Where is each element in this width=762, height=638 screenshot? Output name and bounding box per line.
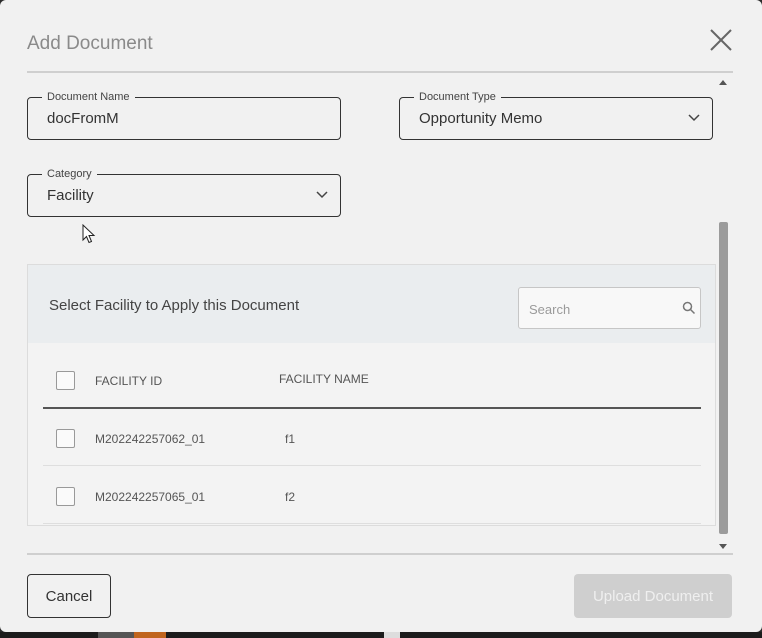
- background-taskbar-strip: [0, 632, 762, 638]
- chevron-down-icon: [316, 191, 328, 199]
- category-label: Category: [42, 167, 97, 181]
- footer-divider: [27, 553, 733, 555]
- category-select[interactable]: Category Facility: [27, 167, 341, 217]
- row-divider: [43, 523, 701, 524]
- chevron-down-icon: [688, 114, 700, 122]
- panel-header: Select Facility to Apply this Document: [28, 265, 715, 343]
- add-document-dialog: Add Document Document Name docFromM Docu…: [0, 0, 762, 632]
- search-icon: [682, 301, 696, 315]
- panel-title: Select Facility to Apply this Document: [49, 297, 300, 314]
- scroll-down-arrow[interactable]: [719, 544, 727, 549]
- scroll-thumb[interactable]: [719, 222, 728, 534]
- background-segment: [134, 632, 166, 638]
- document-type-label: Document Type: [414, 90, 501, 104]
- scroll-up-arrow[interactable]: [719, 80, 727, 85]
- row-checkbox[interactable]: [56, 487, 75, 506]
- dialog-title: Add Document: [27, 33, 153, 54]
- facility-id-cell: M202242257062_01: [95, 432, 206, 446]
- facility-search-input[interactable]: [529, 298, 669, 320]
- close-button[interactable]: [708, 27, 734, 53]
- column-header-facility-id[interactable]: FACILITY ID: [95, 374, 162, 388]
- facility-id-cell: M202242257065_01: [95, 490, 206, 504]
- close-icon: [710, 29, 732, 51]
- background-segment: [384, 632, 400, 638]
- document-name-field[interactable]: Document Name docFromM: [27, 90, 341, 140]
- facility-name-cell: f1: [285, 432, 296, 446]
- select-all-checkbox[interactable]: [56, 371, 75, 390]
- header-divider: [27, 71, 733, 73]
- document-name-value: docFromM: [47, 110, 119, 127]
- facility-search-box[interactable]: [518, 287, 701, 329]
- document-type-value: Opportunity Memo: [419, 110, 543, 127]
- mouse-cursor-icon: [82, 224, 96, 244]
- row-divider: [43, 465, 701, 466]
- column-header-facility-name[interactable]: FACILITY NAME: [279, 372, 369, 386]
- facility-selection-panel: Select Facility to Apply this Document F…: [27, 264, 716, 526]
- document-type-select[interactable]: Document Type Opportunity Memo: [399, 90, 713, 140]
- facility-name-cell: f2: [285, 490, 296, 504]
- document-name-label: Document Name: [42, 90, 135, 104]
- cancel-button[interactable]: Cancel: [27, 574, 111, 618]
- background-segment: [98, 632, 134, 638]
- content-scrollbar[interactable]: [716, 76, 730, 554]
- category-value: Facility: [47, 187, 94, 204]
- upload-document-button[interactable]: Upload Document: [574, 574, 732, 618]
- row-checkbox[interactable]: [56, 429, 75, 448]
- table-header-divider: [43, 407, 701, 409]
